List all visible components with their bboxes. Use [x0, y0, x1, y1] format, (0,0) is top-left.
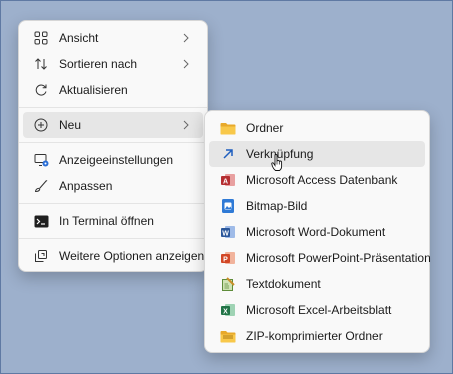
menu-separator — [19, 238, 207, 239]
folder-icon — [220, 120, 236, 136]
menu-item-neu[interactable]: Neu — [23, 112, 203, 138]
svg-text:X: X — [223, 308, 228, 315]
submenu-item-label: Microsoft Excel-Arbeitsblatt — [246, 303, 392, 317]
grid-icon — [33, 30, 49, 46]
hand-cursor-icon — [271, 154, 283, 172]
submenu-item-excel-arbeitsblatt[interactable]: X Microsoft Excel-Arbeitsblatt — [209, 297, 425, 323]
menu-item-label: Weitere Optionen anzeigen — [59, 249, 205, 263]
submenu-item-label: ZIP-komprimierter Ordner — [246, 329, 383, 343]
powerpoint-icon: P — [220, 250, 236, 266]
submenu-item-access-datenbank[interactable]: A Microsoft Access Datenbank — [209, 167, 425, 193]
submenu-item-bitmap-bild[interactable]: Bitmap-Bild — [209, 193, 425, 219]
chevron-right-icon — [181, 57, 191, 71]
submenu-item-powerpoint-praesentation[interactable]: P Microsoft PowerPoint-Präsentation — [209, 245, 431, 271]
access-icon: A — [220, 172, 236, 188]
menu-separator — [19, 203, 207, 204]
submenu-item-label: Bitmap-Bild — [246, 199, 308, 213]
sort-arrows-icon — [33, 56, 49, 72]
submenu-item-label: Microsoft Access Datenbank — [246, 173, 398, 187]
menu-item-label: Anpassen — [59, 179, 113, 193]
menu-item-ansicht[interactable]: Ansicht — [23, 25, 203, 51]
submenu-item-verknuepfung[interactable]: Verknüpfung — [209, 141, 425, 167]
menu-item-aktualisieren[interactable]: Aktualisieren — [23, 77, 203, 103]
menu-item-weitere-optionen[interactable]: Weitere Optionen anzeigen — [23, 243, 205, 269]
bitmap-icon — [220, 198, 236, 214]
shortcut-icon — [220, 146, 236, 162]
submenu-item-zip-ordner[interactable]: ZIP-komprimierter Ordner — [209, 323, 425, 349]
new-submenu: Ordner Verknüpfung A Microsoft Access Da… — [204, 110, 431, 353]
menu-item-anpassen[interactable]: Anpassen — [23, 173, 203, 199]
desktop-context-menu: Ansicht Sortieren nach Aktualisieren Neu — [18, 20, 208, 272]
svg-text:W: W — [222, 230, 229, 237]
menu-item-label: Neu — [59, 118, 82, 132]
menu-item-anzeigeeinstellungen[interactable]: Anzeigeeinstellungen — [23, 147, 203, 173]
submenu-item-label: Textdokument — [246, 277, 321, 291]
more-options-icon — [33, 248, 49, 264]
menu-item-label: Ansicht — [59, 31, 99, 45]
svg-text:P: P — [223, 256, 228, 263]
word-icon: W — [220, 224, 236, 240]
menu-separator — [19, 142, 207, 143]
svg-text:A: A — [223, 178, 228, 185]
text-document-icon — [220, 276, 236, 292]
submenu-item-textdokument[interactable]: Textdokument — [209, 271, 425, 297]
display-settings-icon — [33, 152, 49, 168]
submenu-item-label: Ordner — [246, 121, 284, 135]
menu-item-label: Anzeigeeinstellungen — [59, 153, 174, 167]
terminal-icon — [33, 213, 49, 229]
menu-item-in-terminal-oeffnen[interactable]: In Terminal öffnen — [23, 208, 203, 234]
menu-item-label: Aktualisieren — [59, 83, 128, 97]
refresh-icon — [33, 82, 49, 98]
menu-item-label: Sortieren nach — [59, 57, 138, 71]
submenu-item-label: Microsoft Word-Dokument — [246, 225, 386, 239]
submenu-item-word-dokument[interactable]: W Microsoft Word-Dokument — [209, 219, 425, 245]
menu-separator — [19, 107, 207, 108]
excel-icon: X — [220, 302, 236, 318]
brush-icon — [33, 178, 49, 194]
zip-folder-icon — [220, 328, 236, 344]
plus-circle-icon — [33, 117, 49, 133]
menu-item-label: In Terminal öffnen — [59, 214, 154, 228]
submenu-item-label: Microsoft PowerPoint-Präsentation — [246, 251, 431, 265]
menu-item-sortieren-nach[interactable]: Sortieren nach — [23, 51, 203, 77]
chevron-right-icon — [181, 118, 191, 132]
submenu-item-ordner[interactable]: Ordner — [209, 115, 425, 141]
chevron-right-icon — [181, 31, 191, 45]
